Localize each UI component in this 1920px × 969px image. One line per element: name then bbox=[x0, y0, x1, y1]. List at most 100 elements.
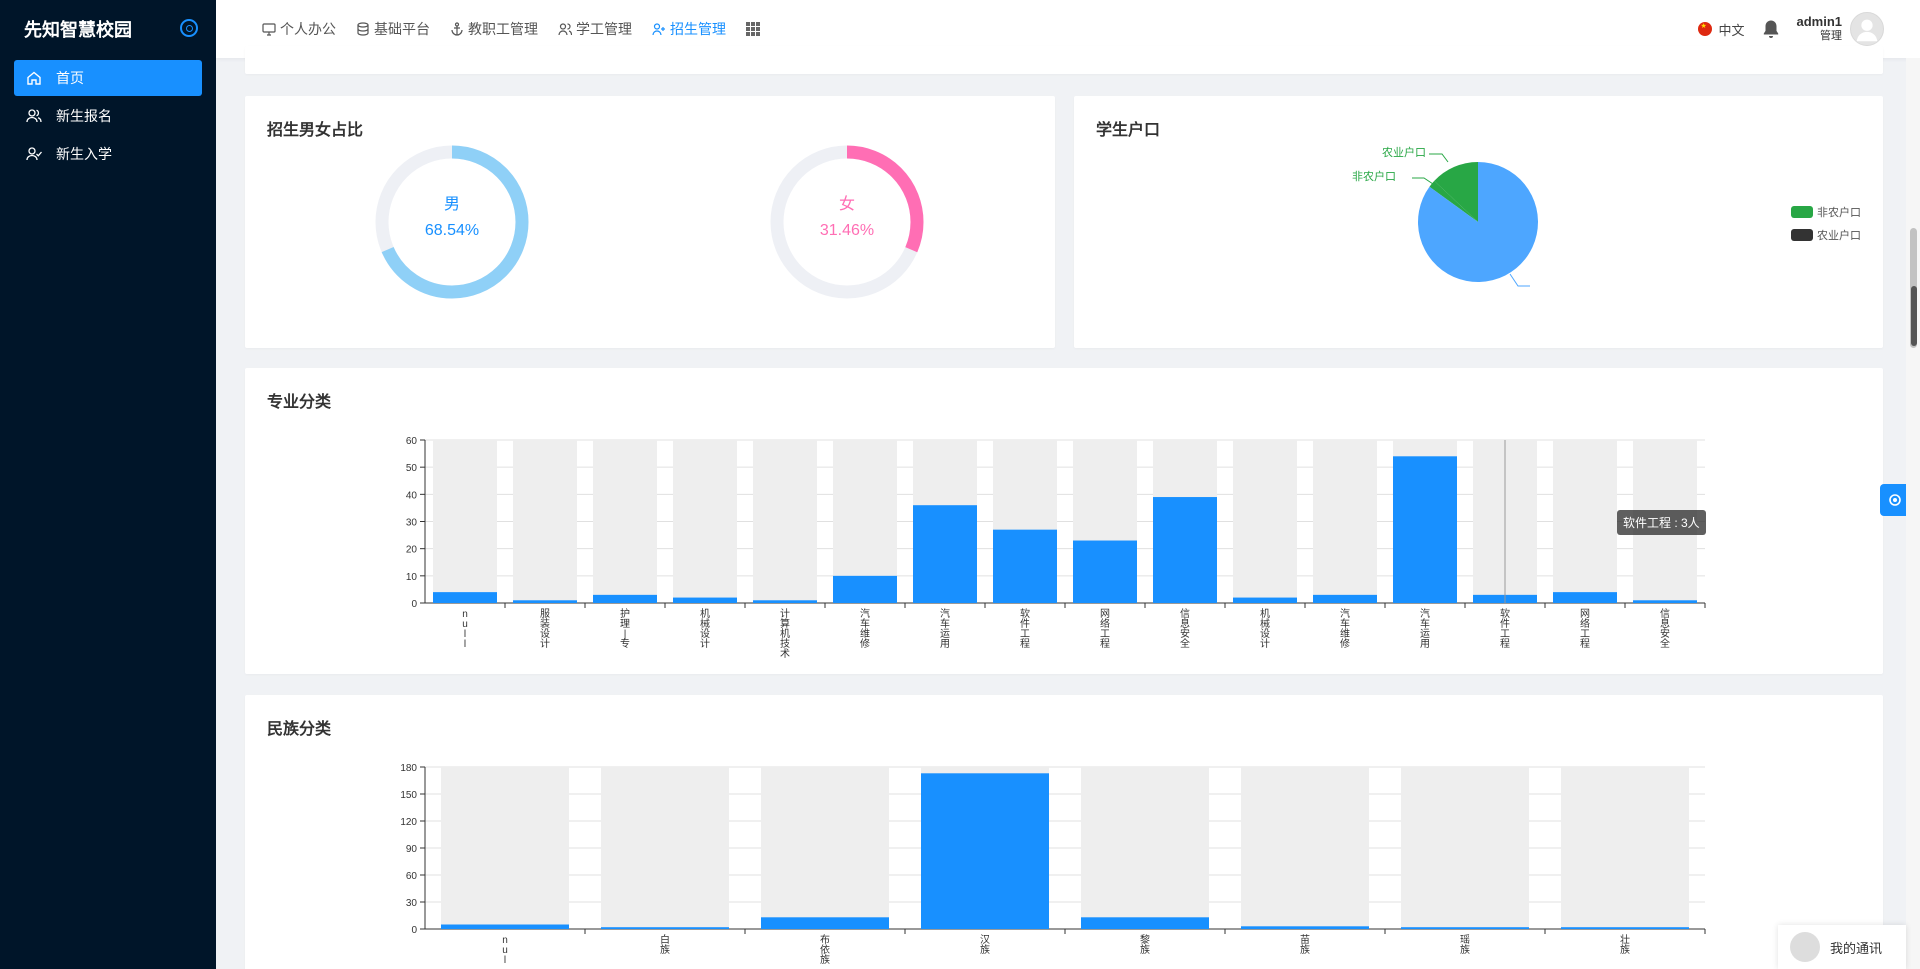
nav-student-affairs[interactable]: 学工管理 bbox=[558, 19, 632, 39]
bar[interactable] bbox=[1633, 600, 1697, 603]
bar-background bbox=[1553, 440, 1617, 603]
previous-card bbox=[245, 46, 1883, 74]
bar[interactable] bbox=[513, 600, 577, 603]
nav-personal-office[interactable]: 个人办公 bbox=[262, 19, 336, 39]
y-tick-label: 90 bbox=[406, 844, 418, 855]
female-percent: 31.46% bbox=[819, 222, 875, 239]
bar[interactable] bbox=[1073, 540, 1137, 603]
legend-item[interactable]: 非农户口 bbox=[1791, 204, 1861, 220]
male-label: 男 bbox=[443, 196, 460, 213]
y-tick-label: 150 bbox=[400, 790, 417, 801]
chart-tooltip: 软件工程 : 3人 bbox=[1617, 510, 1706, 535]
database-icon bbox=[357, 22, 369, 36]
bar[interactable] bbox=[601, 927, 729, 929]
bar[interactable] bbox=[1561, 927, 1689, 929]
nav-label: 学工管理 bbox=[576, 21, 632, 37]
bar[interactable] bbox=[921, 773, 1049, 929]
y-tick-label: 20 bbox=[406, 545, 418, 556]
x-tick-label: 程 bbox=[1020, 638, 1030, 650]
users-icon bbox=[26, 108, 42, 124]
sidebar-item-registration[interactable]: 新生报名 bbox=[14, 98, 202, 134]
users-icon bbox=[558, 23, 572, 36]
bar[interactable] bbox=[753, 600, 817, 603]
x-tick-label: 计 bbox=[540, 637, 550, 650]
bar[interactable] bbox=[1553, 592, 1617, 603]
sidebar-toggle-icon[interactable] bbox=[180, 19, 198, 37]
sidebar-item-label: 首页 bbox=[56, 70, 84, 86]
legend-label: 农业户口 bbox=[1817, 230, 1861, 242]
pie-leader-line bbox=[1509, 273, 1530, 287]
legend-swatch bbox=[1791, 206, 1813, 218]
x-tick-label: 计 bbox=[1260, 637, 1270, 650]
y-tick-label: 120 bbox=[400, 817, 417, 828]
bar-background bbox=[601, 767, 729, 929]
bar-background bbox=[1561, 767, 1689, 929]
chat-label: 我的通讯 bbox=[1830, 940, 1883, 956]
x-tick-label: 全 bbox=[1180, 637, 1190, 650]
x-tick-label: 计 bbox=[700, 637, 710, 650]
gear-icon bbox=[1889, 494, 1901, 506]
bar-background bbox=[1313, 440, 1377, 603]
hukou-legend: 非农户口 农业户口 bbox=[1791, 204, 1861, 250]
nav-admissions-management[interactable]: 招生管理 bbox=[652, 19, 726, 39]
bar-background bbox=[1241, 767, 1369, 929]
hukou-pie-chart: 农业户口非农户口 bbox=[1352, 145, 1538, 287]
sidebar: 先知智慧校园 首页 新生报名 新生入学 bbox=[0, 0, 216, 969]
nav-staff-management[interactable]: 教职工管理 bbox=[450, 19, 538, 39]
x-tick-label: l bbox=[464, 639, 466, 650]
top-nav: 个人办公 基础平台 教职工管理 学工管理 招生管理 bbox=[262, 19, 780, 39]
legend-item[interactable]: 农业户口 bbox=[1791, 227, 1861, 243]
bar-background bbox=[433, 440, 497, 603]
sidebar-item-label: 新生报名 bbox=[56, 108, 112, 124]
y-tick-label: 40 bbox=[406, 490, 418, 501]
bar[interactable] bbox=[833, 575, 897, 603]
user-info[interactable]: admin1 管理 bbox=[1796, 14, 1842, 44]
x-tick-label: 修 bbox=[860, 637, 870, 650]
sidebar-item-label: 新生入学 bbox=[56, 146, 112, 162]
y-tick-label: 10 bbox=[406, 572, 418, 583]
bar-background bbox=[753, 440, 817, 603]
bar[interactable] bbox=[1313, 594, 1377, 603]
nav-label: 招生管理 bbox=[670, 21, 726, 37]
scrollbar[interactable] bbox=[1906, 58, 1920, 969]
male-percent: 68.54% bbox=[424, 222, 480, 239]
x-tick-label: 术 bbox=[780, 648, 790, 660]
bell-icon[interactable] bbox=[1760, 18, 1782, 40]
x-tick-label: 程 bbox=[1500, 638, 1510, 650]
bar[interactable] bbox=[1241, 926, 1369, 929]
nav-label: 教职工管理 bbox=[468, 21, 538, 37]
bar[interactable] bbox=[433, 592, 497, 603]
bar[interactable] bbox=[913, 505, 977, 603]
legend-label: 非农户口 bbox=[1817, 207, 1861, 219]
nav-apps-grid[interactable] bbox=[746, 22, 760, 36]
major-card: 专业分类 0 10 20 30 40 50 60 n u l l 服装设计护理 | 专机械设计计算机技术汽… bbox=[245, 368, 1883, 674]
gender-rings bbox=[375, 145, 924, 299]
bar[interactable] bbox=[1081, 917, 1209, 929]
bar[interactable] bbox=[1233, 597, 1297, 603]
chat-widget[interactable]: 我的通讯 bbox=[1778, 925, 1906, 969]
y-tick-label: 0 bbox=[411, 599, 417, 610]
bar[interactable] bbox=[993, 529, 1057, 603]
bar[interactable] bbox=[673, 597, 737, 603]
anchor-icon bbox=[451, 22, 463, 36]
bar[interactable] bbox=[593, 594, 657, 603]
nav-label: 基础平台 bbox=[374, 21, 430, 37]
language-switch[interactable]: 中文 bbox=[1698, 20, 1744, 39]
x-tick-label: 用 bbox=[1420, 639, 1430, 650]
bar[interactable] bbox=[1401, 927, 1529, 929]
y-tick-label: 30 bbox=[406, 898, 418, 909]
x-tick-label: 修 bbox=[1340, 637, 1350, 650]
y-tick-label: 30 bbox=[406, 518, 418, 529]
hukou-card: 学生户口 农业户口 非农户口 非农户口 农业户口 bbox=[1074, 96, 1883, 348]
y-tick-label: 60 bbox=[406, 436, 418, 447]
bar[interactable] bbox=[1393, 456, 1457, 603]
ethnic-card: 民族分类 0 30 60 90 120 150 180 n u l 白族布依族汉族黎族苗族瑶族壮族 bbox=[245, 695, 1883, 969]
avatar[interactable] bbox=[1850, 12, 1884, 46]
sidebar-item-enrollment[interactable]: 新生入学 bbox=[14, 136, 202, 172]
bar[interactable] bbox=[441, 924, 569, 930]
bar[interactable] bbox=[1153, 497, 1217, 603]
bar[interactable] bbox=[761, 917, 889, 929]
nav-basic-platform[interactable]: 基础平台 bbox=[356, 19, 430, 39]
sidebar-item-home[interactable]: 首页 bbox=[14, 60, 202, 96]
brand: 先知智慧校园 bbox=[0, 0, 216, 58]
